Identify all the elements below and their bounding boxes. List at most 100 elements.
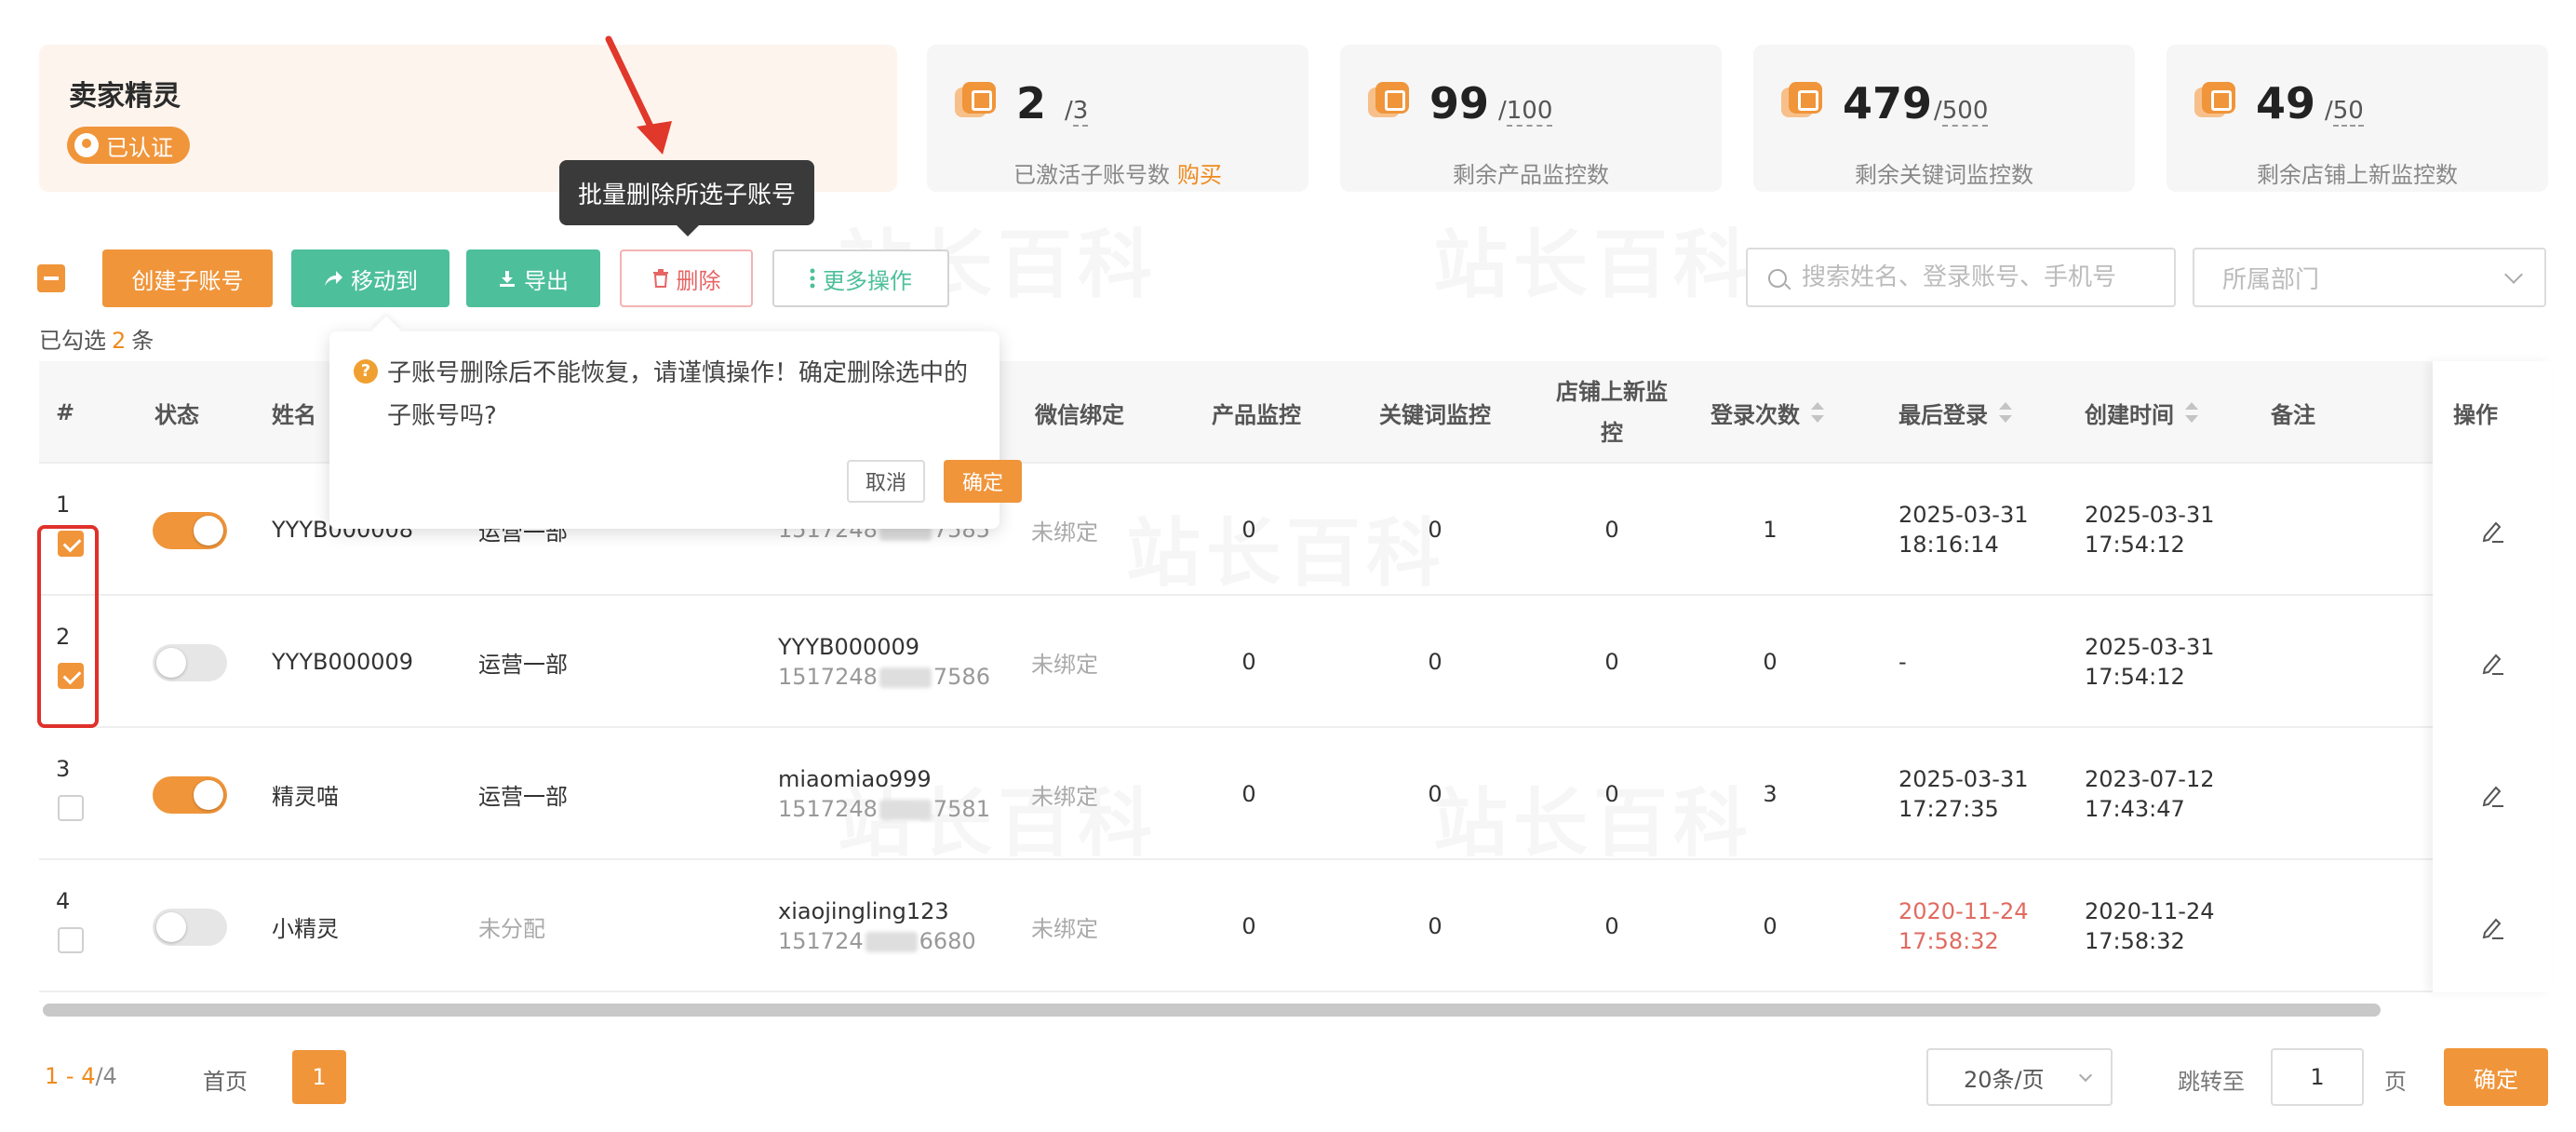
department-cell: 未分配 — [478, 915, 545, 942]
verified-icon — [74, 133, 99, 157]
product-monitor-icon — [1368, 82, 1409, 119]
page-unit-label: 页 — [2384, 1069, 2407, 1095]
stat-value: 49 — [2256, 78, 2316, 128]
horizontal-scrollbar[interactable] — [43, 1004, 2381, 1017]
login-count-cell: 1 — [1763, 517, 1778, 543]
row-checkbox[interactable] — [58, 795, 84, 821]
column-header-logins[interactable]: 登录次数 — [1711, 361, 1824, 464]
store-monitor-icon — [2194, 82, 2235, 119]
verified-badge-label: 已认证 — [106, 134, 173, 161]
column-header-keyword-monitor: 关键词监控 — [1379, 401, 1491, 428]
column-header-note: 备注 — [2271, 401, 2315, 428]
move-to-label: 移动到 — [351, 267, 418, 294]
search-input[interactable] — [1802, 259, 2165, 296]
status-toggle[interactable] — [153, 909, 227, 946]
vertical-dots-icon — [810, 268, 815, 289]
row-checkbox[interactable] — [58, 927, 84, 953]
login-count-cell: 3 — [1763, 781, 1778, 807]
stat-label: 已激活子账号数 购买 — [1013, 162, 1222, 188]
column-header-last-login[interactable]: 最后登录 — [1898, 361, 2012, 464]
column-header-index: # — [56, 399, 75, 425]
created-cell: 2025-03-31 17:54:12 — [2085, 502, 2215, 558]
current-page-button[interactable]: 1 — [292, 1050, 346, 1104]
search-field — [1746, 248, 2176, 307]
department-select[interactable]: 所属部门 — [2193, 248, 2546, 307]
store-monitor-cell: 0 — [1604, 781, 1619, 807]
login-count-cell: 0 — [1763, 913, 1778, 939]
name-cell: 小精灵 — [272, 915, 339, 942]
column-header-name: 姓名 — [272, 401, 316, 428]
selection-highlight — [37, 525, 99, 728]
delete-button[interactable]: 删除 — [620, 249, 753, 307]
account-cell: YYYB000009 1517248 7586 — [778, 596, 990, 728]
buy-link[interactable]: 购买 — [1177, 162, 1222, 188]
stat-value: 99 — [1429, 78, 1490, 128]
pagination-range: 1 - 4/4 — [45, 1063, 117, 1089]
first-page-link[interactable]: 首页 — [203, 1063, 248, 1096]
brand-name: 卖家精灵 — [69, 80, 181, 113]
created-cell: 2025-03-31 17:54:12 — [2085, 634, 2215, 690]
stat-card-store-monitor: 49 /50 剩余店铺上新监控数 — [2167, 45, 2548, 192]
move-to-button[interactable]: 移动到 — [291, 249, 449, 307]
status-toggle[interactable] — [153, 776, 227, 814]
stat-total: /500 — [1934, 97, 1989, 127]
column-header-created[interactable]: 创建时间 — [2085, 361, 2198, 464]
status-toggle[interactable] — [153, 512, 227, 549]
wechat-cell: 未绑定 — [1031, 651, 1098, 678]
more-actions-label: 更多操作 — [823, 267, 912, 294]
column-header-store-monitor: 店铺上新监控 — [1556, 379, 1668, 446]
wechat-cell: 未绑定 — [1031, 915, 1098, 942]
login-account: xiaojingling123 — [778, 898, 949, 924]
cancel-button[interactable]: 取消 — [847, 460, 925, 503]
product-monitor-cell: 0 — [1241, 517, 1256, 543]
login-account: YYYB000009 — [778, 634, 920, 660]
select-all-checkbox[interactable] — [37, 264, 65, 292]
watermark: 站长百科 — [1433, 205, 1753, 313]
keyword-monitor-cell: 0 — [1428, 649, 1442, 675]
page-size-value: 20条/页 — [1964, 1066, 2045, 1093]
status-toggle[interactable] — [153, 644, 227, 681]
column-header-product-monitor: 产品监控 — [1212, 401, 1301, 428]
jump-confirm-button[interactable]: 确定 — [2444, 1048, 2548, 1106]
wechat-cell: 未绑定 — [1031, 519, 1098, 546]
edit-icon[interactable] — [2479, 914, 2505, 940]
wechat-cell: 未绑定 — [1031, 783, 1098, 810]
login-count-cell: 0 — [1763, 649, 1778, 675]
stat-total: /50 — [2325, 97, 2364, 127]
more-actions-button[interactable]: 更多操作 — [772, 249, 949, 307]
last-login-cell: - — [1898, 649, 1907, 675]
store-monitor-cell: 0 — [1604, 913, 1619, 939]
create-subaccount-button[interactable]: 创建子账号 — [102, 249, 273, 307]
stat-total: /3 — [1065, 97, 1089, 127]
column-header-wechat: 微信绑定 — [1035, 401, 1124, 428]
edit-icon[interactable] — [2479, 650, 2505, 676]
sort-icon[interactable] — [1809, 402, 1824, 423]
row-index: 1 — [56, 492, 71, 518]
sort-icon[interactable] — [2183, 402, 2198, 423]
phone-number: 1517248 7586 — [778, 664, 990, 690]
export-label: 导出 — [524, 267, 569, 294]
store-monitor-cell: 0 — [1604, 649, 1619, 675]
name-cell: YYYB000009 — [272, 649, 414, 675]
page-size-select[interactable]: 20条/页 — [1926, 1048, 2113, 1106]
export-button[interactable]: 导出 — [466, 249, 600, 307]
row-index: 4 — [56, 888, 71, 914]
verified-badge: 已认证 — [67, 127, 190, 164]
jump-page-input[interactable] — [2271, 1048, 2364, 1106]
confirm-delete-button[interactable]: 确定 — [944, 460, 1022, 503]
table-row: 2 YYYB000009 运营一部 YYYB000009 1517248 7586… — [39, 596, 2552, 728]
subaccount-icon — [955, 82, 996, 119]
chevron-down-icon — [2504, 265, 2523, 284]
last-login-cell: 2025-03-31 17:27:35 — [1898, 766, 2029, 822]
keyword-monitor-cell: 0 — [1428, 517, 1442, 543]
edit-icon[interactable] — [2479, 518, 2505, 544]
keyword-monitor-cell: 0 — [1428, 781, 1442, 807]
download-icon — [500, 271, 515, 287]
login-account: miaomiao999 — [778, 766, 932, 792]
stat-card-subaccounts: 2 /3 已激活子账号数 购买 — [927, 45, 1308, 192]
delete-confirm-popover: ? 子账号删除后不能恢复，请谨慎操作！确定删除选中的子账号吗? 取消 确定 — [329, 331, 1022, 529]
stat-label: 剩余关键词监控数 — [1855, 162, 2033, 188]
edit-icon[interactable] — [2479, 782, 2505, 808]
chevron-down-icon — [2078, 1068, 2093, 1083]
sort-icon[interactable] — [1997, 402, 2012, 423]
